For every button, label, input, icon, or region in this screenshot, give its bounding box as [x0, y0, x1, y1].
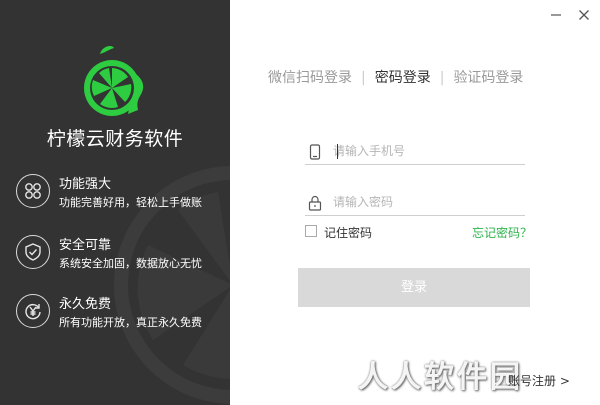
site-watermark: 人人软件园	[358, 360, 523, 395]
feature-desc: 功能完善好用，轻松上手做账	[59, 196, 202, 209]
grid-icon	[16, 174, 50, 208]
minimize-button[interactable]	[548, 7, 564, 23]
feature-secure: 安全可靠 系统安全加固，数据放心无忧	[16, 233, 226, 277]
shield-icon	[16, 235, 50, 269]
close-button[interactable]	[576, 7, 592, 23]
brand-title: 柠檬云财务软件	[46, 128, 184, 150]
password-field	[305, 191, 525, 216]
brand-panel: 柠檬云财务软件 功能强大 功能完善好用，轻松上手做账 安全可靠 系统安全加固，数…	[0, 0, 230, 405]
register-link[interactable]: 账号注册 >	[508, 372, 570, 389]
lemon-logo-icon	[84, 46, 144, 116]
feature-desc: 所有功能开放，真正永久免费	[59, 316, 202, 329]
feature-free: 永久免费 所有功能开放，真正永久免费	[16, 292, 226, 336]
feature-title: 安全可靠	[59, 238, 112, 253]
login-button[interactable]: 登录	[298, 268, 530, 307]
forgot-password-link[interactable]: 忘记密码？	[472, 224, 532, 241]
remember-label: 记住密码	[324, 226, 373, 240]
tab-wechat-scan[interactable]: 微信扫码登录	[268, 67, 352, 87]
remember-checkbox[interactable]	[305, 225, 317, 237]
password-input[interactable]	[333, 192, 521, 212]
feature-title: 功能强大	[59, 177, 112, 192]
tab-sms-code[interactable]: 验证码登录	[453, 67, 523, 87]
close-icon	[579, 10, 589, 20]
tab-separator: |	[361, 70, 366, 86]
login-tabs: 微信扫码登录 | 密码登录 | 验证码登录	[268, 67, 523, 87]
phone-icon	[309, 144, 321, 160]
phone-input[interactable]	[333, 141, 521, 161]
feature-title: 永久免费	[59, 297, 112, 312]
feature-desc: 系统安全加固，数据放心无忧	[59, 257, 202, 270]
lock-icon	[308, 195, 322, 211]
tab-password[interactable]: 密码登录	[375, 67, 431, 87]
minimize-icon	[551, 14, 561, 16]
phone-field	[305, 140, 525, 165]
text-caret	[337, 144, 338, 159]
feature-powerful: 功能强大 功能完善好用，轻松上手做账	[16, 172, 226, 216]
tab-separator: |	[439, 70, 445, 86]
yuan-refresh-icon	[16, 294, 50, 328]
